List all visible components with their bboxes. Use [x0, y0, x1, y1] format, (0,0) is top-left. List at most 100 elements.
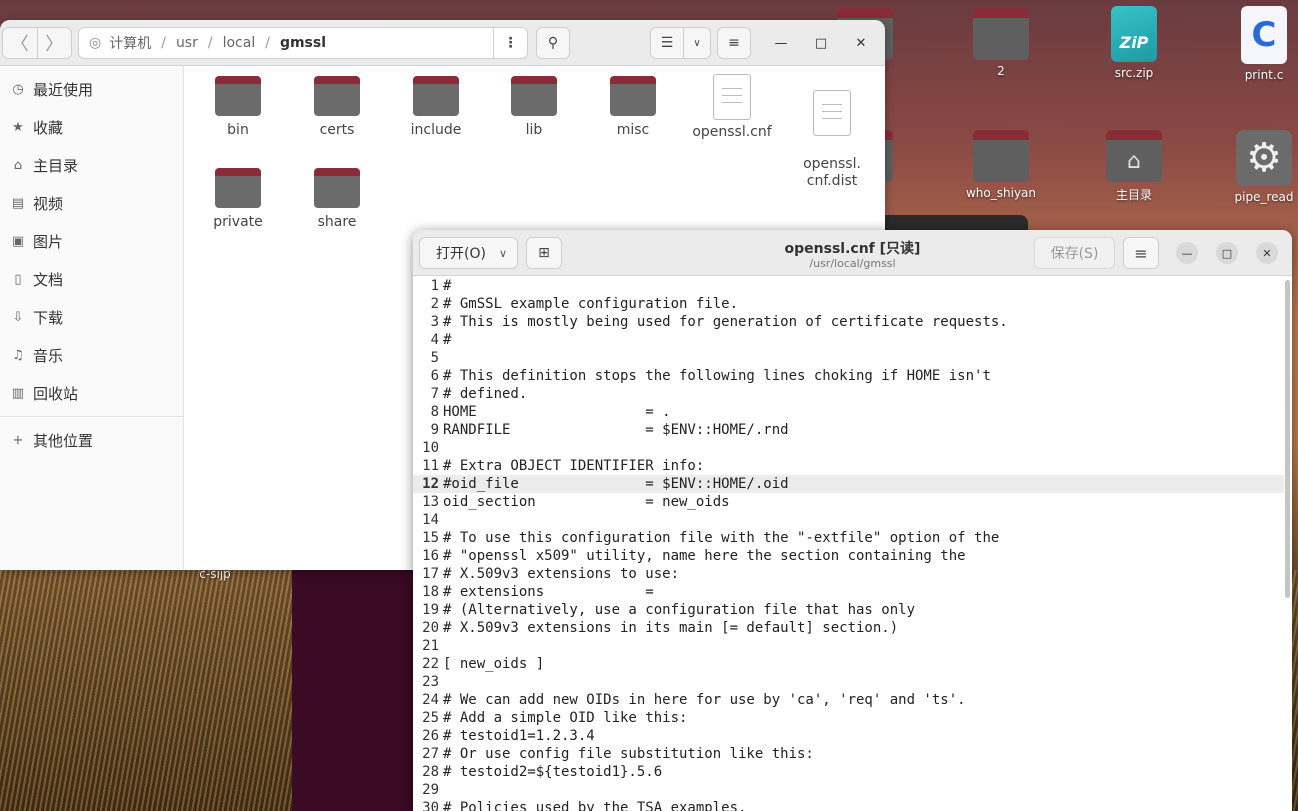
editor-menu-button[interactable]: ≡	[1123, 237, 1159, 269]
minimize-button[interactable]: —	[1176, 242, 1198, 264]
trash-icon: ▥	[11, 385, 25, 401]
sidebar-item-videos[interactable]: ▤ 视频	[0, 184, 183, 222]
code-line[interactable]: 13 oid_section = new_oids	[413, 493, 1284, 511]
desktop-icon-home[interactable]: ⌂ 主目录	[1089, 130, 1179, 203]
sidebar-item-label: 回收站	[33, 384, 79, 403]
line-text: # To use this configuration file with th…	[443, 530, 1000, 546]
list-view-icon: ☰	[660, 35, 674, 51]
file-name: misc	[616, 122, 650, 138]
code-line[interactable]: 8 HOME = .	[413, 403, 1284, 421]
code-line[interactable]: 29	[413, 781, 1284, 799]
file-item-openssl-cnf[interactable]: openssl.cnf	[682, 74, 782, 141]
file-name: private	[213, 214, 263, 230]
close-button[interactable]: ✕	[1256, 242, 1278, 264]
file-item-share[interactable]: share	[287, 168, 387, 231]
code-line[interactable]: 9 RANDFILE = $ENV::HOME/.rnd	[413, 421, 1284, 439]
sidebar-item-downloads[interactable]: ⇩ 下载	[0, 298, 183, 336]
path-segment-current[interactable]: gmssl	[280, 35, 326, 51]
path-segment-local[interactable]: local	[223, 35, 256, 51]
path-menu-icon[interactable]: ⋮	[493, 28, 527, 58]
desktop-icon-folder-2[interactable]: 2	[956, 8, 1046, 78]
code-line[interactable]: 3 # This is mostly being used for generat…	[413, 313, 1284, 331]
sidebar-item-starred[interactable]: ★ 收藏	[0, 108, 183, 146]
code-line[interactable]: 16 # "openssl x509" utility, name here th…	[413, 547, 1284, 565]
code-line[interactable]: 27 # Or use config file substitution like…	[413, 745, 1284, 763]
desktop-backdrop-panel	[292, 565, 414, 811]
code-line[interactable]: 2 # GmSSL example configuration file.	[413, 295, 1284, 313]
file-item-bin[interactable]: bin	[188, 76, 288, 139]
code-line[interactable]: 14	[413, 511, 1284, 529]
code-line[interactable]: 25 # Add a simple OID like this:	[413, 709, 1284, 727]
desktop-icon-src-zip[interactable]: ZiP src.zip	[1089, 6, 1179, 80]
code-view[interactable]: 1 #2 # GmSSL example configuration file. 3 #…	[413, 277, 1284, 811]
sidebar-item-pictures[interactable]: ▣ 图片	[0, 222, 183, 260]
code-line[interactable]: 11 # Extra OBJECT IDENTIFIER info:	[413, 457, 1284, 475]
desktop-icon-pipe-read[interactable]: ⚙ pipe_read	[1219, 130, 1298, 204]
file-item-include[interactable]: include	[386, 76, 486, 139]
sidebar-item-music[interactable]: ♫ 音乐	[0, 336, 183, 374]
path-root[interactable]: 计算机	[109, 33, 151, 53]
file-item-certs[interactable]: certs	[287, 76, 387, 139]
maximize-button[interactable]: □	[1216, 242, 1238, 264]
folder-icon	[215, 76, 261, 116]
sidebar-item-label: 最近使用	[33, 80, 94, 99]
film-icon: ▤	[11, 195, 25, 211]
folder-icon	[511, 76, 557, 116]
forward-button[interactable]: 〉	[36, 28, 72, 58]
main-menu-button[interactable]: ≡	[717, 27, 751, 59]
line-number: 8	[430, 404, 439, 420]
plus-icon: +	[12, 432, 24, 448]
path-segment-usr[interactable]: usr	[176, 35, 198, 51]
code-line[interactable]: 18 # extensions =	[413, 583, 1284, 601]
minimize-button[interactable]: —	[771, 33, 791, 53]
sidebar-item-home[interactable]: ⌂ 主目录	[0, 146, 183, 184]
folder-icon	[215, 168, 261, 208]
code-line[interactable]: 28 # testoid2=${testoid1}.5.6	[413, 763, 1284, 781]
file-item-openssl-cnf-dist[interactable]: openssl. cnf.dist	[782, 74, 882, 206]
code-line[interactable]: 22[ new_oids ]	[413, 655, 1284, 673]
code-line[interactable]: 4 #	[413, 331, 1284, 349]
save-button[interactable]: 保存(S)	[1034, 237, 1115, 269]
sidebar-item-recent[interactable]: ◷ 最近使用	[0, 70, 183, 108]
line-number: 11	[422, 458, 439, 474]
vertical-scrollbar[interactable]	[1285, 280, 1290, 598]
file-item-private[interactable]: private	[188, 168, 288, 231]
navigation-buttons: 〈 〉	[2, 27, 72, 59]
sidebar-item-other-locations[interactable]: + 其他位置	[0, 421, 183, 459]
line-number: 6	[430, 368, 439, 384]
sidebar-item-trash[interactable]: ▥ 回收站	[0, 374, 183, 412]
sidebar-item-documents[interactable]: ▯ 文档	[0, 260, 183, 298]
line-number: 30	[422, 800, 439, 811]
file-item-lib[interactable]: lib	[484, 76, 584, 139]
code-line[interactable]: 5	[413, 349, 1284, 367]
code-line[interactable]: 7 # defined.	[413, 385, 1284, 403]
line-text: # This definition stops the following li…	[443, 368, 991, 384]
sidebar-item-label: 下载	[33, 308, 64, 327]
view-options-button[interactable]: ∨	[683, 27, 711, 59]
file-item-misc[interactable]: misc	[583, 76, 683, 139]
code-line[interactable]: 1 #	[413, 277, 1284, 295]
code-line[interactable]: 30 # Policies used by the TSA examples.	[413, 799, 1284, 811]
path-separator: /	[161, 35, 166, 51]
code-line[interactable]: 19 # (Alternatively, use a configuration …	[413, 601, 1284, 619]
close-button[interactable]: ✕	[851, 33, 871, 53]
code-line[interactable]: 23	[413, 673, 1284, 691]
desktop-icon-print-c[interactable]: C print.c	[1219, 6, 1298, 82]
code-line[interactable]: 12 #oid_file = $ENV::HOME/.oid	[413, 475, 1284, 493]
code-line[interactable]: 6 # This definition stops the following l…	[413, 367, 1284, 385]
list-view-button[interactable]: ☰	[650, 27, 684, 59]
file-name: certs	[319, 122, 355, 138]
desktop-icon-who-shiyan[interactable]: who_shiyan	[956, 130, 1046, 200]
search-button[interactable]: ⚲	[536, 27, 570, 59]
maximize-button[interactable]: □	[811, 33, 831, 53]
code-line[interactable]: 15 # To use this configuration file with …	[413, 529, 1284, 547]
path-bar[interactable]: ◎ 计算机 / usr / local / gmssl ⋮	[78, 27, 528, 59]
code-line[interactable]: 10	[413, 439, 1284, 457]
back-button[interactable]: 〈	[3, 28, 37, 58]
code-line[interactable]: 20 # X.509v3 extensions in its main [= de…	[413, 619, 1284, 637]
code-line[interactable]: 24 # We can add new OIDs in here for use …	[413, 691, 1284, 709]
code-line[interactable]: 26 # testoid1=1.2.3.4	[413, 727, 1284, 745]
code-line[interactable]: 21	[413, 637, 1284, 655]
sidebar-item-label: 收藏	[33, 118, 64, 137]
code-line[interactable]: 17 # X.509v3 extensions to use:	[413, 565, 1284, 583]
